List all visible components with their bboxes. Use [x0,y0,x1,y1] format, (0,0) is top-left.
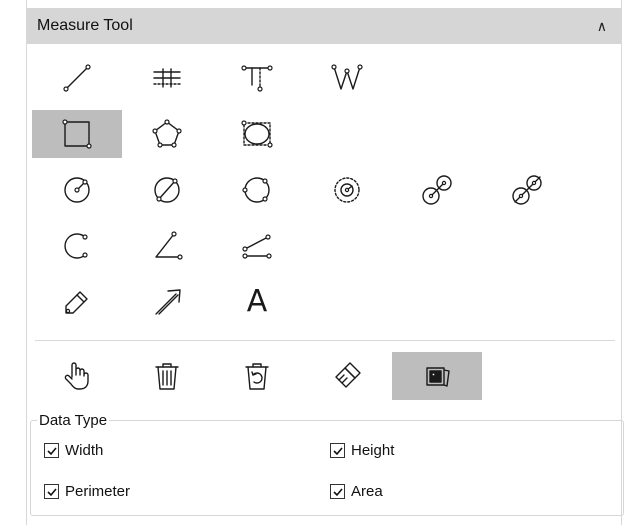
angle-icon [155,231,183,260]
polygon-icon [152,119,182,148]
rectangle-icon [62,119,92,149]
angle-tool[interactable] [122,222,212,270]
perpendicular-icon [241,65,273,92]
panel-title: Measure Tool [37,17,133,34]
two-circles-alt-tool[interactable] [482,166,572,214]
restore-trash-icon [245,363,269,390]
checkbox-checked-icon[interactable] [330,484,345,499]
text-icon: A [246,284,268,319]
polygon-tool[interactable] [122,110,212,158]
height-checkbox[interactable]: Height [330,442,394,459]
ellipse-icon [241,120,273,148]
undo-delete-button[interactable] [212,352,302,400]
perimeter-label: Perimeter [65,483,131,500]
polyline-tool[interactable] [302,54,392,102]
checkbox-checked-icon[interactable] [330,443,345,458]
panel-header[interactable]: Measure Tool ∧ [27,8,621,44]
line-angle-tool[interactable] [212,222,302,270]
toolbar-divider [35,340,615,341]
gallery-button[interactable] [392,352,482,400]
data-type-legend: Data Type [39,412,108,429]
measure-tool-panel: Measure Tool ∧ A Data Type Width Height … [26,0,624,525]
broom-icon [335,362,361,388]
photo-stack-icon [426,367,450,387]
circle-three-point-icon [242,177,270,203]
circle-diameter-tool[interactable] [122,166,212,214]
pan-button[interactable] [32,352,122,400]
checkbox-checked-icon[interactable] [44,443,59,458]
line-angle-icon [242,234,272,259]
concentric-circles-tool[interactable] [302,166,392,214]
text-tool[interactable]: A [212,278,302,326]
perimeter-checkbox[interactable]: Perimeter [44,483,130,500]
concentric-circles-icon [334,177,360,203]
arrow-icon [155,289,181,315]
height-label: Height [351,442,395,459]
line-icon [63,64,91,92]
line-tool[interactable] [32,54,122,102]
perpendicular-line-tool[interactable] [212,54,302,102]
pencil-tool[interactable] [32,278,122,326]
arrow-tool[interactable] [122,278,212,326]
two-circles-icon [422,175,452,205]
chevron-up-icon[interactable]: ∧ [597,19,607,33]
delete-button[interactable] [122,352,212,400]
parallel-lines-icon [153,68,181,88]
arc-tool[interactable] [32,222,122,270]
two-circles-alt-icon [512,175,542,205]
circle-diameter-icon [154,177,180,203]
polyline-icon [331,64,363,90]
circle-radius-tool[interactable] [32,166,122,214]
hand-icon [64,362,89,390]
pencil-icon [65,291,88,314]
width-label: Width [65,442,104,459]
clear-button[interactable] [302,352,392,400]
data-type-group: Data Type [30,412,624,516]
two-circles-distance-tool[interactable] [392,166,482,214]
width-checkbox[interactable]: Width [44,442,103,459]
arc-icon [64,233,88,259]
trash-icon [155,363,179,390]
parallel-lines-tool[interactable] [122,54,212,102]
area-label: Area [351,483,383,500]
checkbox-checked-icon[interactable] [44,484,59,499]
rectangle-tool[interactable] [32,110,122,158]
circle-three-point-tool[interactable] [212,166,302,214]
circle-radius-icon [64,177,90,203]
area-checkbox[interactable]: Area [330,483,383,500]
ellipse-tool[interactable] [212,110,302,158]
